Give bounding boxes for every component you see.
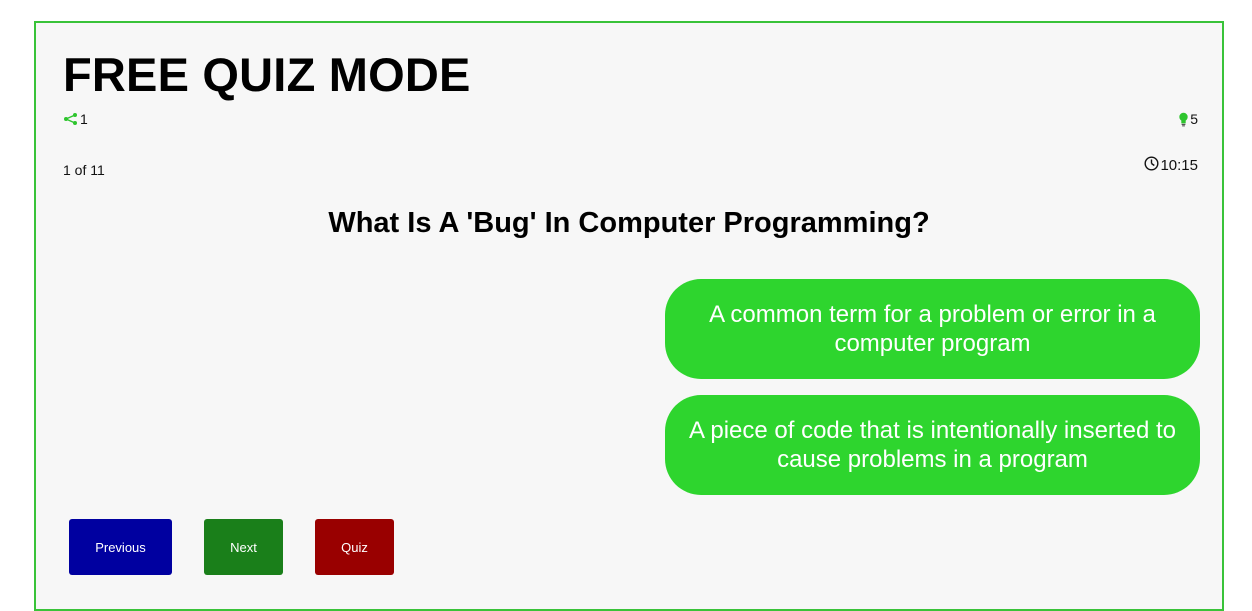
hint-count-value: 5 [1190,111,1198,127]
quiz-button[interactable]: Quiz [315,519,394,575]
question-progress: 1 of 11 [63,162,105,178]
share-nodes-icon [63,112,79,126]
countdown-timer: 10:15 [1144,156,1198,175]
share-count-value: 1 [80,111,88,127]
answer-option-1[interactable]: A common term for a problem or error in … [665,279,1200,379]
question-text: What Is A 'Bug' In Computer Programming? [328,207,930,239]
quiz-container: FREE QUIZ MODE 1 5 1 of 11 10:15 What Is… [34,21,1224,611]
share-count: 1 [63,111,88,127]
timer-value: 10:15 [1160,157,1198,174]
previous-button[interactable]: Previous [69,519,172,575]
hint-count: 5 [1178,111,1198,127]
answer-option-2[interactable]: A piece of code that is intentionally in… [665,395,1200,495]
page-title: FREE QUIZ MODE [63,48,471,101]
clock-icon [1144,156,1159,175]
next-button[interactable]: Next [204,519,283,575]
lightbulb-icon [1178,112,1189,127]
